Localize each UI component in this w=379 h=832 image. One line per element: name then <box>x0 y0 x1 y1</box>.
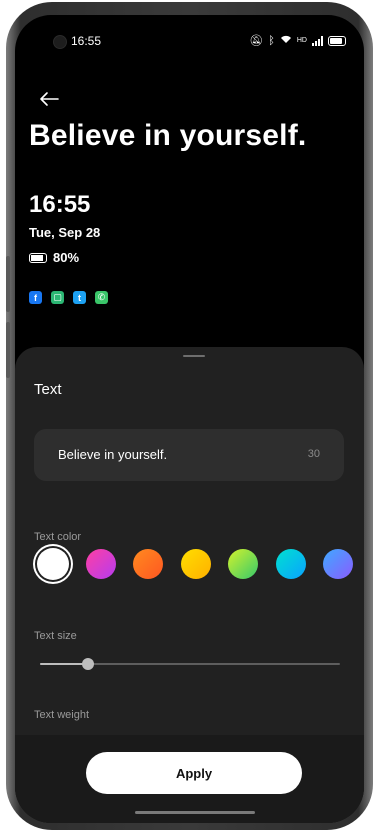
preview-headline: Believe in yourself. <box>29 119 307 152</box>
facebook-icon: f <box>29 291 42 304</box>
preview-date: Tue, Sep 28 <box>29 225 101 240</box>
text-color-swatches <box>35 548 364 585</box>
bluetooth-icon: ᛒ <box>268 34 275 47</box>
text-color-label: Text color <box>34 531 82 543</box>
phone-screen: 16:55 🔕︎ ᛒ HD Believe in yourself. 16:55… <box>15 15 364 823</box>
volte-icon: HD <box>296 37 307 44</box>
text-weight-label: Text weight <box>34 709 90 721</box>
phone-icon: ✆ <box>95 291 108 304</box>
text-size-slider-thumb[interactable] <box>82 658 94 670</box>
signal-icon <box>312 35 323 46</box>
battery-icon <box>328 35 346 46</box>
text-size-slider[interactable] <box>40 658 340 670</box>
color-swatch-green[interactable] <box>228 549 258 579</box>
battery-percent: 80% <box>53 250 80 265</box>
color-swatch-teal[interactable] <box>275 549 306 579</box>
text-settings-sheet: Text Believe in yourself. 30 Text color … <box>15 347 364 823</box>
color-swatch-pink[interactable] <box>85 549 116 579</box>
sheet-title: Text <box>34 381 62 398</box>
twitter-icon: t <box>73 291 86 304</box>
volume-down-button <box>6 322 10 378</box>
dnd-icon: 🔕︎ <box>249 35 264 47</box>
sheet-footer: Apply <box>15 735 364 823</box>
wifi-icon <box>280 34 292 47</box>
text-input-field[interactable]: Believe in yourself. 30 <box>34 429 344 481</box>
volume-up-button <box>6 256 10 312</box>
messages-icon: ▢ <box>51 291 64 304</box>
color-swatch-orange[interactable] <box>133 549 163 579</box>
preview-clock: 16:55 <box>29 191 91 218</box>
text-input-value[interactable]: Believe in yourself. <box>58 447 167 462</box>
sheet-drag-handle[interactable] <box>183 355 205 357</box>
preview-battery: 80% <box>29 250 79 265</box>
status-time: 16:55 <box>71 34 102 48</box>
text-size-label: Text size <box>34 630 77 642</box>
color-swatch-white[interactable] <box>37 548 69 580</box>
status-icons: 🔕︎ ᛒ HD <box>249 34 346 47</box>
apply-button[interactable]: Apply <box>86 752 302 794</box>
battery-icon <box>29 252 47 263</box>
home-indicator[interactable] <box>135 811 255 814</box>
color-swatch-blue[interactable] <box>323 549 353 579</box>
front-camera <box>53 35 67 49</box>
notification-app-icons: f ▢ t ✆ <box>29 291 108 304</box>
back-arrow-icon[interactable] <box>39 91 59 107</box>
text-size-slider-fill <box>40 663 88 665</box>
character-count: 30 <box>307 448 320 460</box>
status-bar: 16:55 🔕︎ ᛒ HD <box>15 15 364 59</box>
color-swatch-yellow[interactable] <box>180 549 211 579</box>
